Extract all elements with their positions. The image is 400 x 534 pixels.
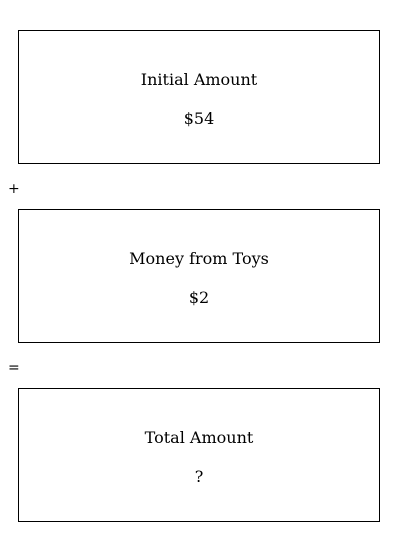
money-from-toys-value: $2 — [188, 288, 210, 307]
total-amount-value: ? — [194, 467, 204, 486]
initial-amount-label: Initial Amount — [140, 70, 258, 89]
total-amount-box: Total Amount ? — [18, 388, 380, 522]
equals-operator: = — [8, 360, 20, 376]
money-from-toys-label: Money from Toys — [129, 249, 269, 268]
money-from-toys-box: Money from Toys $2 — [18, 209, 380, 343]
total-amount-label: Total Amount — [144, 428, 254, 447]
plus-operator: + — [8, 181, 20, 197]
initial-amount-box: Initial Amount $54 — [18, 30, 380, 164]
initial-amount-value: $54 — [183, 109, 215, 128]
